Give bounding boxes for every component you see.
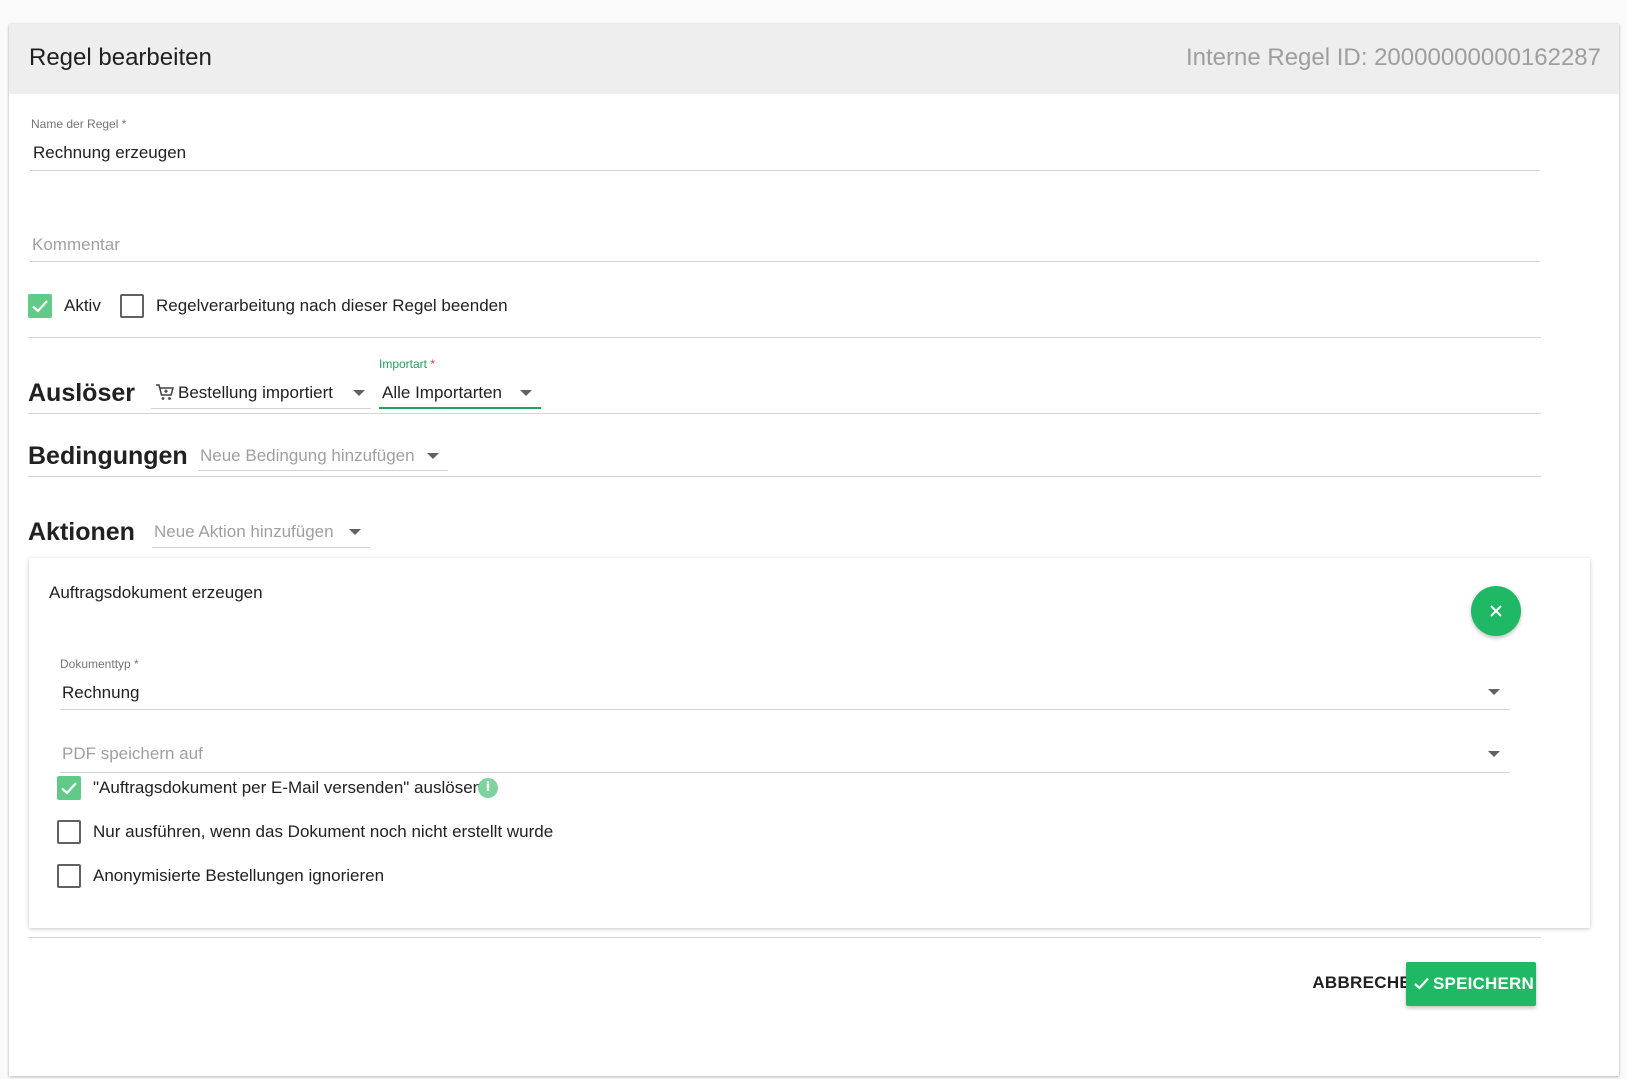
- add-condition-underline: [198, 470, 448, 471]
- send-email-label: "Auftragsdokument per E-Mail versenden" …: [93, 778, 483, 797]
- doc-type-underline: [60, 709, 1510, 710]
- rule-id: Interne Regel ID: 20000000000162287: [1185, 44, 1601, 71]
- check-icon: [32, 300, 48, 313]
- import-type-select[interactable]: Alle Importarten: [379, 378, 541, 408]
- action-card-title: Auftragsdokument erzeugen: [49, 583, 263, 602]
- check-icon: [1414, 977, 1429, 990]
- import-type-underline: [379, 407, 541, 409]
- send-email-checkbox[interactable]: [57, 776, 81, 800]
- close-icon: [1490, 605, 1502, 617]
- chevron-down-icon: [1488, 689, 1500, 695]
- dialog-title: Regel bearbeiten: [29, 44, 212, 71]
- import-type-value: Alle Importarten: [382, 383, 502, 402]
- info-icon[interactable]: i: [478, 778, 498, 798]
- add-condition-select[interactable]: Neue Bedingung hinzufügen: [198, 441, 448, 471]
- add-condition-placeholder: Neue Bedingung hinzufügen: [200, 446, 415, 465]
- trigger-event-select[interactable]: Bestellung importiert: [151, 378, 371, 408]
- chevron-down-icon: [349, 529, 361, 535]
- save-button[interactable]: SPEICHERN: [1406, 962, 1536, 1006]
- divider: [28, 476, 1541, 477]
- only-if-not-created-label: Nur ausführen, wenn das Dokument noch ni…: [93, 822, 554, 841]
- comment-input[interactable]: Kommentar: [32, 235, 1532, 255]
- rule-name-label: Name der Regel *: [31, 117, 127, 131]
- import-type-label: Importart *: [379, 357, 436, 371]
- add-action-underline: [152, 547, 370, 548]
- chevron-down-icon: [1488, 751, 1500, 757]
- chevron-down-icon: [520, 390, 532, 396]
- active-label: Aktiv: [64, 296, 101, 315]
- active-checkbox[interactable]: [28, 294, 52, 318]
- only-if-not-created-checkbox[interactable]: [57, 820, 81, 844]
- divider: [28, 413, 1541, 414]
- ignore-anonymized-checkbox[interactable]: [57, 864, 81, 888]
- doc-type-label: Dokumenttyp *: [60, 657, 139, 671]
- divider: [28, 337, 1541, 338]
- dialog-header: Regel bearbeiten Interne Regel ID: 20000…: [9, 24, 1619, 94]
- trigger-event-underline: [151, 408, 371, 409]
- doc-type-select[interactable]: Rechnung: [60, 678, 1510, 708]
- pdf-save-underline: [60, 772, 1510, 773]
- add-action-select[interactable]: Neue Aktion hinzufügen: [152, 517, 370, 547]
- actions-section-label: Aktionen: [28, 518, 135, 546]
- stop-processing-label: Regelverarbeitung nach dieser Regel been…: [156, 296, 508, 315]
- add-action-placeholder: Neue Aktion hinzufügen: [154, 522, 334, 541]
- check-icon: [61, 782, 77, 795]
- rule-name-underline: [30, 170, 1540, 171]
- chevron-down-icon: [427, 453, 439, 459]
- conditions-section-label: Bedingungen: [28, 442, 188, 470]
- remove-action-button[interactable]: [1471, 586, 1521, 636]
- divider: [28, 937, 1541, 938]
- save-button-label: SPEICHERN: [1433, 974, 1534, 993]
- trigger-section-label: Auslöser: [28, 379, 135, 407]
- trigger-event-value: Bestellung importiert: [178, 383, 333, 402]
- doc-type-value: Rechnung: [62, 683, 140, 702]
- comment-underline: [30, 261, 1540, 262]
- cart-icon: [156, 384, 174, 400]
- pdf-save-placeholder: PDF speichern auf: [62, 744, 203, 763]
- rule-name-input[interactable]: Rechnung erzeugen: [33, 143, 1533, 163]
- stop-processing-checkbox[interactable]: [120, 294, 144, 318]
- chevron-down-icon: [353, 390, 365, 396]
- ignore-anonymized-label: Anonymisierte Bestellungen ignorieren: [93, 866, 385, 885]
- pdf-save-select[interactable]: PDF speichern auf: [60, 741, 1510, 771]
